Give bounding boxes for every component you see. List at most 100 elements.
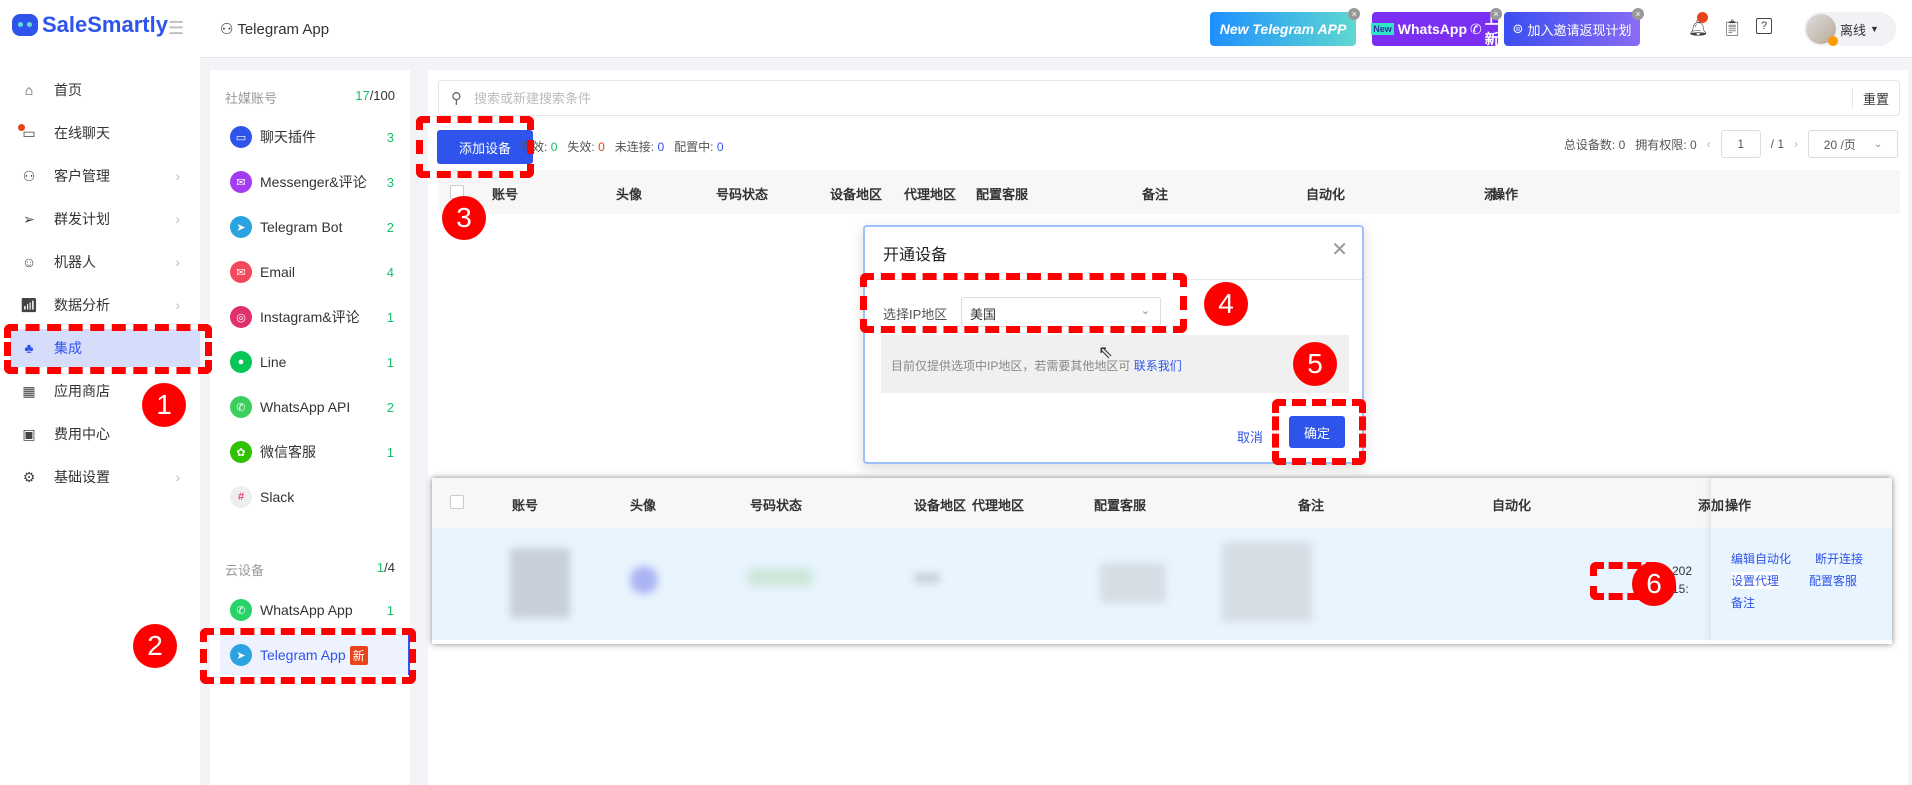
remark-link[interactable]: 备注 (1731, 594, 1755, 611)
channel-icon: ✆ (230, 396, 252, 418)
blurred-avatar (630, 566, 658, 594)
chevron-down-icon: ⌄ (1873, 138, 1883, 150)
annotation-box-4 (860, 273, 1187, 333)
close-icon[interactable]: ✕ (1331, 237, 1348, 262)
channel-icon: ▭ (230, 126, 252, 148)
annotation-number: 2 (133, 624, 177, 668)
channel-item[interactable]: ✉ Email 4 (220, 252, 410, 292)
home-icon: ⌂ (24, 82, 34, 98)
annotation-box-1 (4, 324, 212, 374)
column-header: 配置客服 (1094, 498, 1147, 513)
annotation-number: 5 (1293, 342, 1337, 386)
column-header: 操作 (1492, 187, 1519, 202)
chevron-right-icon: › (175, 297, 180, 313)
channel-icon: ✉ (230, 261, 252, 283)
disconnect-link[interactable]: 断开连接 (1815, 550, 1863, 567)
total-devices: 总设备数: 0 (1563, 137, 1626, 152)
blurred-status (748, 568, 812, 586)
annotation-number: 6 (1632, 562, 1676, 606)
column-header: 号码状态 (716, 187, 769, 202)
sidebar-item-5[interactable]: 📶︎ 数据分析 › (10, 286, 200, 324)
invite-banner[interactable]: ⊜ 加入邀请返现计划 × (1504, 8, 1644, 46)
help-icon[interactable]: ? (1756, 18, 1772, 34)
annotation-number: 1 (142, 383, 186, 427)
channel-item[interactable]: ✉ Messenger&评论 3 (220, 162, 410, 202)
robot-logo-icon (12, 14, 38, 36)
channel-item[interactable]: ● Line 1 (220, 342, 410, 382)
page-size-select[interactable]: 20 /页 ⌄ (1808, 130, 1898, 158)
menu-toggle-icon[interactable]: ☰ (168, 18, 184, 39)
whatsapp-icon: ✆ (230, 599, 252, 621)
channel-item[interactable]: # Slack (220, 477, 410, 517)
notification-badge (1697, 12, 1708, 23)
select-all-checkbox[interactable] (450, 495, 464, 509)
sidebar-item-2[interactable]: ⚇ 客户管理 › (10, 157, 200, 195)
close-icon[interactable]: × (1348, 8, 1360, 20)
column-header: 账号 (512, 498, 539, 513)
wallet-icon: ▣ (22, 425, 36, 442)
sidebar-item-3[interactable]: ➢ 群发计划 › (10, 200, 200, 238)
channel-item[interactable]: ✿ 微信客服 1 (220, 432, 410, 472)
whatsapp-banner[interactable]: NewWhatsApp✆上新× (1371, 8, 1502, 47)
column-header: 自动化 (1306, 187, 1346, 202)
edit-automation-link[interactable]: 编辑自动化 (1731, 550, 1791, 567)
close-icon[interactable]: × (1632, 8, 1644, 20)
column-header: 配置客服 (976, 187, 1029, 202)
table-header: 账号 头像 号码状态 设备地区 代理地区 配置客服 备注 自动化添操作 (438, 170, 1900, 214)
search-input[interactable] (474, 90, 1852, 106)
social-accounts-header: 社媒账号 17/100 (225, 88, 395, 106)
pagination: 总设备数: 0 拥有权限: 0 ‹ 1 / 1 › 20 /页 ⌄ (1564, 130, 1898, 158)
annotation-box-2 (200, 628, 416, 684)
chart-icon: 📶︎ (20, 296, 38, 313)
column-header: 设备地区 (830, 187, 883, 202)
page-input[interactable]: 1 (1720, 130, 1761, 158)
reset-button[interactable]: 重置 (1851, 88, 1899, 108)
apps-icon: ▦ (22, 382, 36, 399)
channel-icon: ✿ (230, 441, 252, 463)
whatsapp-icon: ✆ (1470, 20, 1482, 37)
search-bar: ⚲ 重置 (438, 80, 1900, 116)
column-header: 自动化 (1492, 498, 1532, 513)
set-proxy-link[interactable]: 设置代理 (1731, 572, 1780, 589)
annotation-box-3 (416, 116, 534, 178)
user-menu[interactable]: 离线 ▼ (1804, 12, 1896, 46)
cancel-button[interactable]: 取消 (1237, 427, 1263, 446)
telegram-app-banner[interactable]: New Telegram APP × (1210, 8, 1360, 46)
blurred-region (914, 573, 940, 583)
cloud-devices-header: 云设备 1/4 (225, 560, 395, 578)
search-icon: ⚲ (451, 90, 462, 107)
channel-icon: ➤ (230, 216, 252, 238)
prev-page-icon[interactable]: ‹ (1707, 137, 1711, 151)
hierarchy-icon: ⚇ (220, 21, 238, 38)
channel-item[interactable]: ▭ 聊天插件 3 (220, 117, 410, 157)
close-icon[interactable]: × (1490, 8, 1502, 20)
configure-agent-link[interactable]: 配置客服 (1809, 572, 1857, 589)
robot-icon: ☺ (21, 254, 37, 270)
sidebar-item-0[interactable]: ⌂ 首页 (10, 71, 200, 109)
unread-dot (18, 124, 25, 131)
bell-icon[interactable]: 🔔︎ (1688, 12, 1708, 38)
channel-icon: # (230, 486, 252, 508)
next-page-icon[interactable]: › (1794, 137, 1798, 151)
column-header: 备注 (1298, 498, 1325, 513)
column-header: 号码状态 (750, 498, 803, 513)
channel-item[interactable]: ✆ WhatsApp API 2 (220, 387, 410, 427)
sidebar-item-4[interactable]: ☺ 机器人 › (10, 243, 200, 281)
channel-item[interactable]: ◎ Instagram&评论 1 (220, 297, 410, 337)
column-header: 设备地区 (914, 498, 967, 513)
device-stats: 有效: 0 失效: 0 未连接: 0 配置中: 0 (520, 140, 724, 154)
sidebar-item-9[interactable]: ⚙ 基础设置 › (10, 458, 200, 496)
sidebar-item-1[interactable]: ▭ 在线聊天 (10, 114, 200, 152)
channel-whatsapp-app[interactable]: ✆ WhatsApp App 1 (220, 590, 410, 630)
chevron-right-icon: › (175, 211, 180, 227)
caret-down-icon: ▼ (1870, 24, 1879, 34)
clipboard-icon[interactable]: 📋︎ (1722, 18, 1742, 38)
column-header: 代理地区 (972, 498, 1025, 513)
avatar (1806, 14, 1838, 46)
column-header: 代理地区 (904, 187, 957, 202)
annotation-number: 3 (442, 196, 486, 240)
chevron-right-icon: › (175, 254, 180, 270)
channel-item[interactable]: ➤ Telegram Bot 2 (220, 207, 410, 247)
logo[interactable]: SaleSmartly (12, 12, 168, 38)
contact-us-link[interactable]: 联系我们 (1134, 359, 1182, 373)
